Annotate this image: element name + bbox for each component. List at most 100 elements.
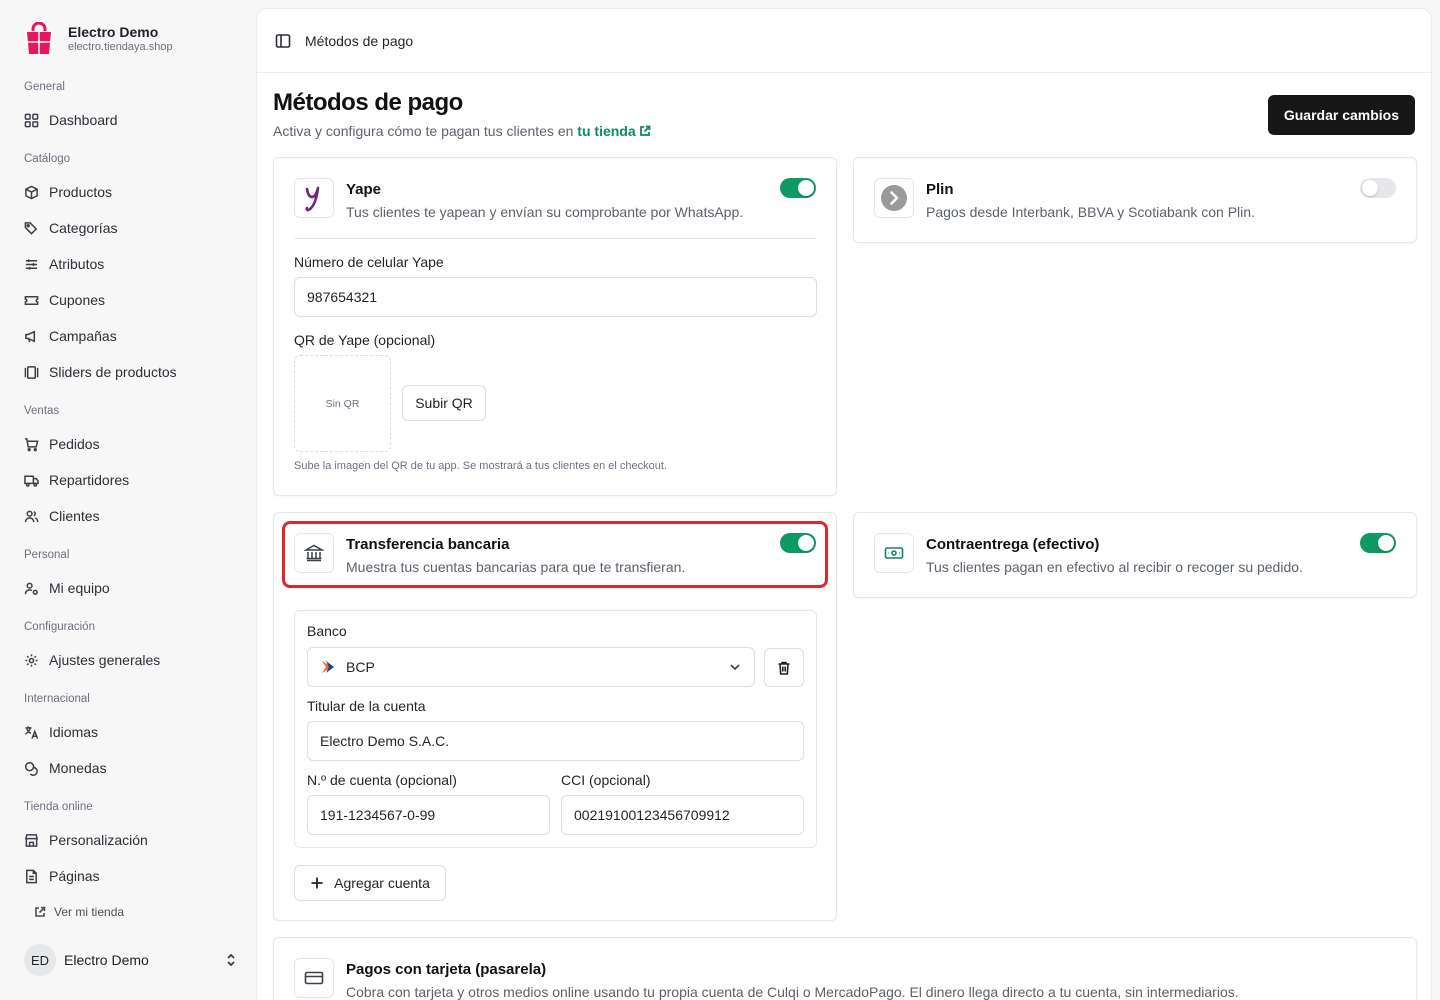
holder-input[interactable]: Electro Demo S.A.C. — [307, 721, 804, 761]
sidebar-item-label: Clientes — [49, 508, 100, 524]
page-title: Métodos de pago — [273, 89, 463, 116]
grid-icon — [24, 113, 39, 127]
highlight-box — [282, 521, 828, 588]
external-link-icon — [35, 906, 46, 917]
sidebar-item-repartidores[interactable]: Repartidores — [24, 470, 129, 490]
plin-chevron-icon — [881, 185, 907, 211]
yape-y-icon — [305, 186, 320, 212]
store-link[interactable]: tu tienda — [577, 123, 651, 139]
plin-logo-icon — [874, 178, 914, 218]
yape-toggle[interactable] — [780, 178, 816, 198]
yape-desc: Tus clientes te yapean y envían su compr… — [346, 204, 744, 220]
sidebar-item-ajustes[interactable]: Ajustes generales — [24, 650, 160, 670]
cci-input[interactable]: 00219100123456709912 — [561, 795, 804, 835]
sidebar: Electro Demo electro.tiendaya.shop Gener… — [0, 0, 256, 1000]
yape-phone-input[interactable]: 987654321 — [294, 277, 817, 317]
delete-account-button[interactable] — [764, 648, 804, 687]
user-menu[interactable]: ED Electro Demo — [24, 943, 238, 977]
translate-icon — [25, 725, 39, 739]
sidebar-item-dashboard[interactable]: Dashboard — [24, 110, 118, 130]
nav-section-ventas: Ventas — [24, 405, 60, 417]
plin-toggle[interactable] — [1360, 178, 1396, 198]
avatar: ED — [24, 944, 56, 976]
sidebar-item-paginas[interactable]: Páginas — [24, 866, 100, 886]
sidebar-item-label: Productos — [49, 184, 113, 200]
sliders-icon — [25, 258, 38, 270]
plin-desc: Pagos desde Interbank, BBVA y Scotiabank… — [926, 204, 1255, 220]
bank-select[interactable]: BCP — [307, 647, 755, 687]
shopping-bag-logo-icon — [27, 22, 51, 54]
file-icon — [26, 869, 37, 883]
sidebar-item-sliders[interactable]: Sliders de productos — [24, 362, 177, 382]
cci-label: CCI (opcional) — [561, 772, 651, 788]
sidebar-item-label: Personalización — [49, 832, 148, 848]
sidebar-item-categorias[interactable]: Categorías — [24, 218, 117, 238]
toggle-knob — [1362, 180, 1378, 196]
yape-phone-label: Número de celular Yape — [294, 254, 444, 270]
sidebar-item-label: Ajustes generales — [49, 652, 161, 668]
store-icon — [24, 833, 39, 847]
cash-icon — [874, 533, 914, 573]
nav-section-tienda-online: Tienda online — [24, 801, 93, 813]
sidebar-item-label: Campañas — [49, 328, 117, 344]
holder-label: Titular de la cuenta — [307, 698, 426, 714]
sidebar-item-label: Pedidos — [49, 436, 100, 452]
sidebar-item-label: Páginas — [49, 868, 100, 884]
nav-section-general: General — [24, 81, 65, 93]
topbar: Métodos de pago — [257, 9, 1431, 73]
sidebar-item-atributos[interactable]: Atributos — [24, 254, 104, 274]
sidebar-item-label: Dashboard — [49, 112, 118, 128]
trash-icon — [778, 661, 790, 675]
user-gear-icon — [24, 582, 38, 595]
sidebar-item-monedas[interactable]: Monedas — [24, 758, 107, 778]
sidebar-item-idiomas[interactable]: Idiomas — [24, 722, 98, 742]
gear-icon — [25, 653, 38, 667]
sidebar-item-mi-equipo[interactable]: Mi equipo — [24, 578, 110, 598]
divider — [294, 238, 817, 239]
chevron-down-icon — [730, 664, 740, 671]
banknote-icon — [884, 547, 904, 559]
box-icon — [25, 185, 38, 199]
sidebar-toggle-icon[interactable] — [275, 33, 291, 49]
cod-toggle[interactable] — [1360, 533, 1396, 553]
users-icon — [24, 510, 39, 522]
save-button[interactable]: Guardar cambios — [1267, 95, 1415, 135]
card-payments-title: Pagos con tarjeta (pasarela) — [346, 961, 547, 978]
nav-section-catalogo: Catálogo — [24, 153, 71, 165]
main-panel: Métodos de pago Métodos de pago Activa y… — [256, 8, 1432, 1000]
sidebar-item-cupones[interactable]: Cupones — [24, 290, 105, 310]
sidebar-item-campanas[interactable]: Campañas — [24, 326, 117, 346]
yape-qr-label: QR de Yape (opcional) — [294, 332, 436, 348]
upload-qr-button[interactable]: Subir QR — [402, 385, 486, 421]
add-account-button[interactable]: Agregar cuenta — [294, 865, 446, 901]
chevron-up-down-icon — [227, 953, 235, 967]
bank-select-value: BCP — [346, 659, 375, 675]
bcp-logo-icon — [322, 661, 334, 673]
credit-card-shape-icon — [304, 971, 324, 985]
sidebar-item-clientes[interactable]: Clientes — [24, 506, 100, 526]
brand-name: Electro Demo — [68, 24, 159, 40]
nav-section-internacional: Internacional — [24, 693, 90, 705]
account-number-label: N.º de cuenta (opcional) — [307, 772, 457, 788]
credit-card-icon — [294, 958, 334, 998]
yape-card: Yape Tus clientes te yapean y envían su … — [273, 157, 837, 496]
yape-logo-icon — [294, 178, 334, 218]
sidebar-item-label: Categorías — [49, 220, 118, 236]
sidebar-item-label: Atributos — [49, 256, 105, 272]
sidebar-item-personalizacion[interactable]: Personalización — [24, 830, 148, 850]
sidebar-item-productos[interactable]: Productos — [24, 182, 112, 202]
brand-url: electro.tiendaya.shop — [68, 41, 173, 53]
brand[interactable]: Electro Demo electro.tiendaya.shop — [24, 22, 173, 56]
account-number-input[interactable]: 191-1234567-0-99 — [307, 795, 550, 835]
bank-account-panel: Banco BCP Titular de la cuenta Electro D… — [294, 610, 817, 848]
cod-desc: Tus clientes pagan en efectivo al recibi… — [926, 559, 1303, 575]
page-subtitle: Activa y configura cómo te pagan tus cli… — [273, 123, 651, 139]
view-store-label: Ver mi tienda — [54, 905, 125, 919]
view-store-link[interactable]: Ver mi tienda — [34, 905, 124, 919]
sidebar-item-label: Cupones — [49, 292, 106, 308]
card-payments-card: Pagos con tarjeta (pasarela) Cobra con t… — [273, 937, 1417, 1000]
yape-title: Yape — [346, 181, 382, 198]
sidebar-item-pedidos[interactable]: Pedidos — [24, 434, 100, 454]
sidebar-item-label: Repartidores — [49, 472, 130, 488]
sidebar-item-label: Monedas — [49, 760, 107, 776]
